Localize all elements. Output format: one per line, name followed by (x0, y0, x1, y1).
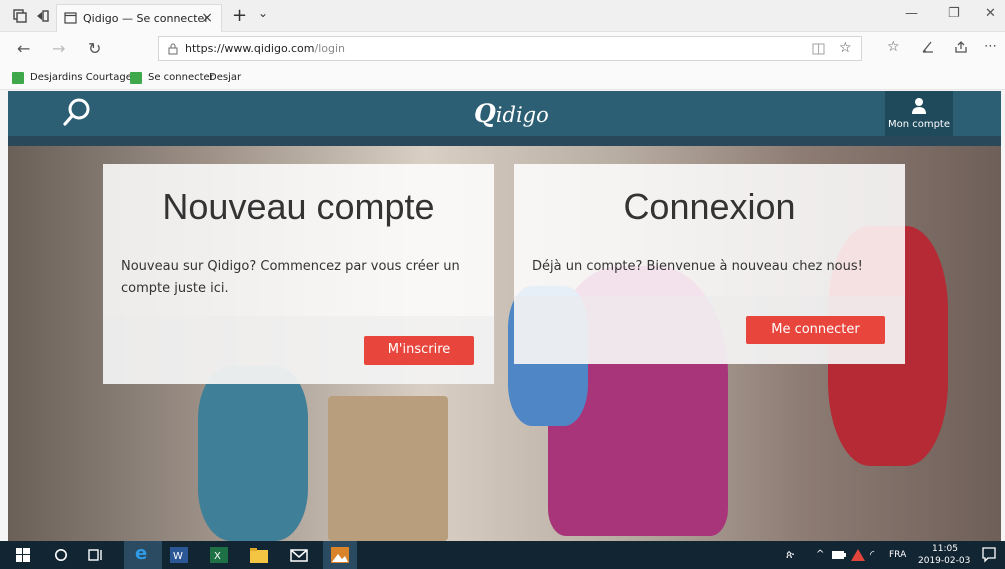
favorite-star-icon[interactable]: ☆ (839, 40, 852, 56)
account-button[interactable]: Mon compte (885, 91, 953, 136)
favorites-list-icon[interactable]: ☆ (887, 39, 900, 55)
register-text: Nouveau sur Qidigo? Commencez par vous c… (121, 259, 460, 296)
site-header: Qidigo Mon compte (8, 91, 1001, 136)
task-view-icon[interactable] (88, 548, 104, 562)
active-tab[interactable]: Qidigo — Se connecter × (56, 4, 222, 32)
new-tab-button[interactable]: + (232, 5, 247, 26)
word-icon[interactable]: W (170, 547, 188, 563)
background-shelf (328, 396, 448, 541)
people-icon[interactable]: ጵ (786, 548, 794, 562)
forward-arrow-icon[interactable]: → (52, 39, 65, 58)
wifi-icon[interactable]: ◜ (870, 548, 874, 561)
tab-actions-icon[interactable] (12, 8, 28, 24)
share-icon[interactable] (953, 39, 969, 55)
header-shadow-band (8, 136, 1001, 146)
windows-start-icon[interactable] (16, 548, 30, 562)
navigation-bar: ← → ↻ https://www.qidigo.com/login ☆ ☆ ⋯ (0, 32, 1005, 86)
favorites-bar: Desjardins Courtage Se connecter Desjar (0, 66, 1005, 90)
lock-icon (168, 43, 178, 55)
url-text: https://www.qidigo.com/login (185, 42, 345, 55)
login-text: Déjà un compte? Bienvenue à nouveau chez… (532, 259, 863, 274)
tab-preview-chevron-icon[interactable]: ⌄ (258, 6, 268, 20)
register-title: Nouveau compte (162, 186, 435, 227)
favorite-item-desjardins[interactable]: Desjardins Courtage (30, 72, 132, 83)
tab-close-icon[interactable]: × (201, 10, 213, 26)
taskbar-edge-active[interactable]: e (124, 541, 162, 569)
edge-browser-icon: e (135, 543, 148, 564)
battery-icon[interactable] (832, 550, 846, 560)
register-card: Nouveau compte Nouveau sur Qidigo? Comme… (103, 164, 494, 384)
register-button[interactable]: M'inscrire (364, 336, 474, 365)
reading-view-icon[interactable] (812, 43, 825, 55)
windows-taskbar: e W X ጵ ^ ◜ FRA 11:05 2019-02-03 (0, 541, 1005, 569)
url-path: /login (314, 42, 346, 55)
browser-tab-bar: Qidigo — Se connecter × + ⌄ — ❐ ✕ (0, 0, 1005, 32)
set-tabs-aside-icon[interactable] (34, 8, 50, 24)
mail-icon[interactable] (290, 547, 308, 563)
minimize-button[interactable]: — (905, 6, 918, 21)
url-host: https://www.qidigo.com (185, 42, 315, 55)
background-figure (198, 366, 308, 541)
hero-section: Nouveau compte Nouveau sur Qidigo? Comme… (8, 136, 1001, 541)
page-icon (64, 12, 77, 24)
action-center-icon[interactable] (982, 547, 996, 563)
login-title: Connexion (623, 186, 796, 227)
qidigo-logo[interactable]: Qidigo (474, 99, 549, 128)
photos-icon (331, 547, 349, 563)
restore-button[interactable]: ❐ (948, 6, 960, 21)
excel-icon[interactable]: X (210, 547, 228, 563)
favorite-site-icon (130, 72, 142, 84)
cortana-search-icon[interactable] (54, 548, 68, 562)
refresh-icon[interactable]: ↻ (88, 39, 101, 58)
favorite-item-se-connecter[interactable]: Se connecter (148, 72, 214, 83)
more-options-icon[interactable]: ⋯ (984, 39, 997, 54)
search-icon[interactable] (62, 97, 92, 129)
back-arrow-icon[interactable]: ← (17, 39, 30, 58)
account-label: Mon compte (887, 119, 951, 130)
input-language[interactable]: FRA (889, 550, 906, 560)
security-alert-icon[interactable] (851, 549, 865, 561)
close-window-button[interactable]: ✕ (985, 6, 996, 21)
pen-notes-icon[interactable] (920, 39, 936, 55)
file-explorer-icon[interactable] (250, 547, 268, 563)
clock-time[interactable]: 11:05 (932, 544, 958, 554)
tab-title: Qidigo — Se connecter (83, 12, 209, 25)
login-button[interactable]: Me connecter (746, 316, 885, 344)
user-icon (912, 98, 926, 114)
favorite-item-desjar[interactable]: Desjar (209, 72, 241, 83)
svg-text:X: X (214, 551, 221, 562)
login-card: Connexion Déjà un compte? Bienvenue à no… (514, 164, 905, 364)
svg-text:W: W (173, 551, 183, 562)
address-bar[interactable]: https://www.qidigo.com/login ☆ (158, 36, 862, 61)
show-hidden-icons-chevron-icon[interactable]: ^ (816, 549, 824, 560)
favorite-site-icon (12, 72, 24, 84)
taskbar-photos-active[interactable] (323, 541, 357, 569)
clock-date[interactable]: 2019-02-03 (918, 556, 970, 566)
